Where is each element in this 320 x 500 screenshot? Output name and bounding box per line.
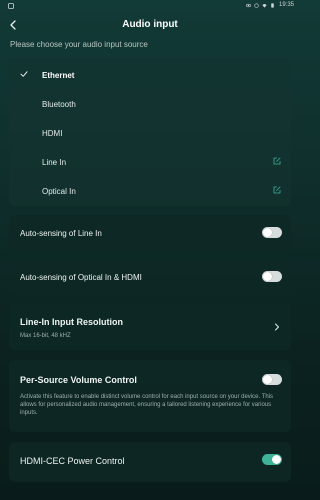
alarm-icon [254,3,259,8]
source-item-label: Optical In [42,187,76,196]
toggle-knob [272,455,281,464]
source-item-label: Ethernet [42,71,75,80]
line-in-resolution-label: Line-In Input Resolution [20,317,123,327]
per-source-volume-toggle[interactable] [262,374,282,385]
toggle-knob [263,272,272,281]
auto-sensing-line-in-label: Auto-sensing of Line In [20,229,102,238]
source-item-bluetooth[interactable]: Bluetooth [9,89,291,118]
status-time: 19:35 [278,2,294,8]
per-source-volume-row[interactable]: Per-Source Volume Control Activate this … [9,360,291,432]
line-in-resolution-row[interactable]: Line-In Input Resolution Max 16-bit, 48 … [9,303,291,350]
page-title: Audio input [122,19,178,30]
hdmi-cec-toggle[interactable] [262,454,282,465]
edit-icon[interactable] [273,186,281,194]
source-item-label: HDMI [42,129,63,138]
edit-icon[interactable] [273,157,281,165]
status-bar: 19:35 [0,0,300,12]
checkmark-icon [20,71,28,77]
auto-sensing-optical-hdmi-label: Auto-sensing of Optical In & HDMI [20,273,142,282]
source-item-ethernet[interactable]: Ethernet [9,60,291,89]
per-source-volume-label: Per-Source Volume Control [20,375,137,385]
source-item-optical-in[interactable]: Optical In [9,176,291,205]
per-source-volume-description: Activate this feature to enable distinct… [20,394,274,416]
source-item-hdmi[interactable]: HDMI [9,118,291,147]
top-bar: Audio input [0,12,300,38]
source-item-label: Line In [42,158,67,167]
auto-sensing-line-in-toggle[interactable] [262,227,282,238]
chevron-right-icon [275,323,279,331]
notification-icon [8,3,14,9]
source-item-line-in[interactable]: Line In [9,147,291,176]
auto-sensing-line-in-row[interactable]: Auto-sensing of Line In [9,215,291,251]
wifi-icon [262,3,267,8]
eye-icon [246,3,251,7]
hdmi-cec-label: HDMI-CEC Power Control [20,456,125,466]
line-in-resolution-value: Max 16-bit, 48 kHZ [20,333,71,339]
source-item-label: Bluetooth [42,100,76,109]
toggle-knob [263,375,272,384]
auto-sensing-optical-hdmi-row[interactable]: Auto-sensing of Optical In & HDMI [9,259,291,295]
toggle-knob [263,228,272,237]
hdmi-cec-row[interactable]: HDMI-CEC Power Control [9,442,291,482]
page-subtitle: Please choose your audio input source [10,40,148,49]
battery-icon [271,2,274,8]
auto-sensing-optical-hdmi-toggle[interactable] [262,271,282,282]
input-source-list: Ethernet Bluetooth HDMI Line In Optical … [9,58,291,206]
